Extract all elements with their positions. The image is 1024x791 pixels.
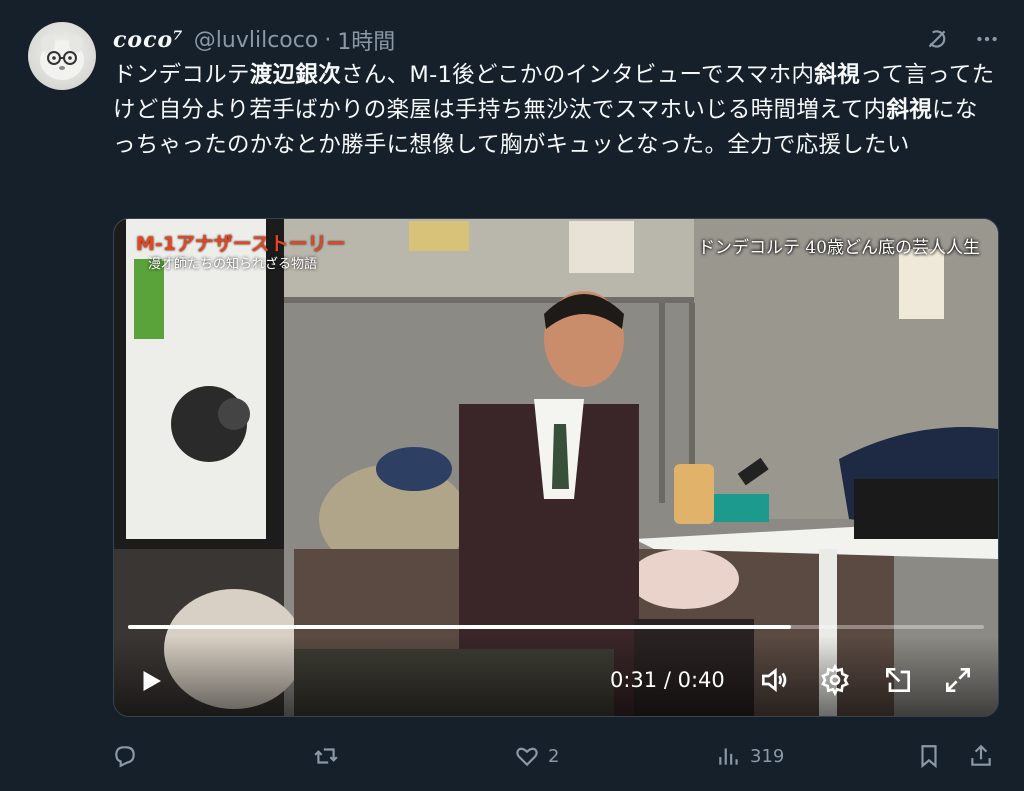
separator-dot: · [324, 27, 332, 53]
volume-icon[interactable] [758, 664, 790, 696]
pip-icon[interactable] [882, 664, 914, 696]
settings-icon[interactable] [819, 663, 851, 697]
tweet-header: 𝒄𝒐𝒄𝒐⁷ @luvlilcoco · 1時間 [113, 24, 395, 56]
video-controls [114, 636, 998, 716]
avatar[interactable] [28, 22, 96, 90]
like-count: 2 [548, 745, 560, 767]
video-overlay-subtitle: 漫才師たちの知られざる物語 [148, 257, 318, 272]
play-icon[interactable] [136, 666, 166, 696]
views-icon [719, 748, 738, 765]
share-button[interactable] [968, 736, 994, 776]
timestamp[interactable]: 1時間 [337, 24, 395, 56]
tweet-text: ドンデコルテ渡辺銀次さん、M-1後どこかのインタビューでスマホ内斜視って言ってた… [113, 58, 998, 163]
more-options-icon[interactable] [972, 24, 1002, 54]
video-progress-fill [128, 625, 792, 629]
tweet-actions: 2 319 [108, 736, 998, 776]
views-count: 319 [750, 745, 785, 767]
video-time-readout: 0:31 / 0:40 [610, 668, 725, 692]
tweet-text-highlight: 渡辺銀次 [249, 62, 342, 88]
share-icon [971, 744, 991, 766]
user-handle[interactable]: @luvlilcoco [194, 28, 319, 53]
retweet-icon [314, 748, 338, 764]
tweet-text-part: さん、M-1後どこかのインタビューでスマホ内 [341, 62, 815, 88]
like-button[interactable]: 2 [514, 736, 559, 776]
tweet-text-highlight: 斜視 [886, 97, 933, 123]
video-progress-bar[interactable] [128, 625, 984, 629]
tweet-text-highlight: 斜視 [814, 62, 860, 88]
video-overlay-title: M-1アナザーストーリー [136, 233, 346, 255]
video-overlay-caption: ドンデコルテ 40歳どん底の芸人人生 [697, 238, 980, 258]
heart-icon [516, 747, 538, 767]
views-button[interactable]: 319 [716, 736, 784, 776]
fullscreen-icon[interactable] [942, 664, 974, 696]
bookmark-button[interactable] [916, 736, 942, 776]
grok-icon[interactable] [922, 24, 952, 54]
tweet-text-part: ドンデコルテ [113, 62, 250, 88]
reply-icon [115, 746, 135, 768]
retweet-button[interactable] [313, 736, 347, 776]
display-name[interactable]: 𝒄𝒐𝒄𝒐⁷ [113, 27, 184, 53]
bookmark-icon [921, 745, 937, 769]
reply-button[interactable] [112, 736, 146, 776]
video-player[interactable]: M-1アナザーストーリー 漫才師たちの知られざる物語 ドンデコルテ 40歳どん底… [113, 218, 999, 717]
